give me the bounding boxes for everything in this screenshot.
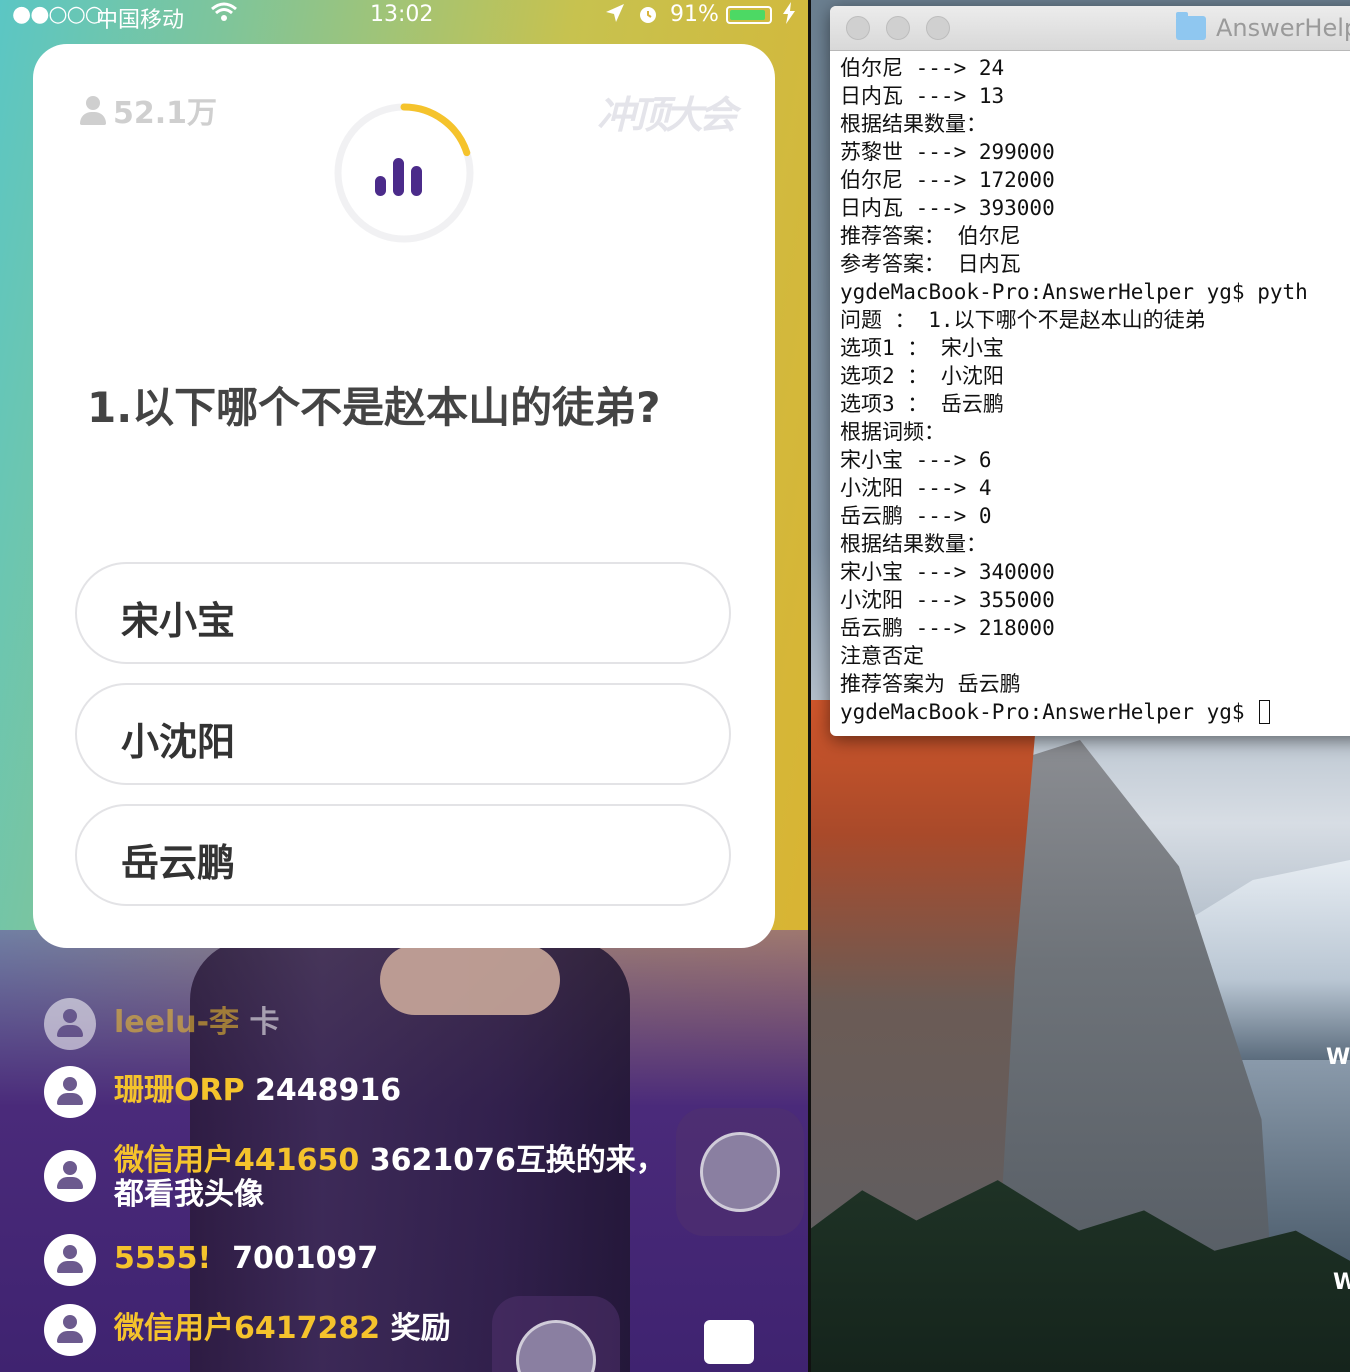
option-label: 岳云鹏 [121,841,236,885]
window-titlebar[interactable]: AnswerHelper [830,6,1350,51]
terminal-output[interactable]: 伯尔尼 ---> 24 日内瓦 ---> 13 根据结果数量： 苏黎世 ---> 29… [840,54,1350,726]
folder-icon [1176,12,1206,40]
floating-button[interactable] [676,1108,804,1236]
terminal-line: 选项2 ： 小沈阳 [840,364,1004,388]
terminal-line: 苏黎世 ---> 299000 [840,140,1055,164]
option-button-3[interactable]: 岳云鹏 [75,804,731,906]
battery-fill [730,10,765,20]
clock: 13:02 [370,2,434,27]
option-label: 宋小宝 [121,599,236,643]
minimize-button[interactable] [886,16,910,40]
terminal-line: 参考答案： 日内瓦 [840,252,1021,276]
wallpaper-mark: W [1333,1270,1350,1295]
divider [808,0,811,1372]
terminal-prompt: ygdeMacBook-Pro:AnswerHelper yg$ [840,698,1350,726]
location-arrow-icon [604,2,626,30]
carrier-name: 中国移动 [96,8,185,33]
terminal-line: 岳云鹏 ---> 218000 [840,616,1055,640]
terminal-line: 宋小宝 ---> 6 [840,448,992,472]
question-card: 52.1万 冲顶大会 1.以下哪个不是赵本山的徒弟? 宋小宝 小沈阳 岳云鹏 [33,44,775,948]
chat-username: 珊珊ORP [114,1073,245,1108]
option-button-1[interactable]: 宋小宝 [75,562,731,664]
signal-strength: ●●○○○ [12,2,104,27]
avatar [44,1066,96,1118]
terminal-line: 小沈阳 ---> 355000 [840,588,1055,612]
chat-username: 微信用户441650 [114,1143,360,1178]
countdown-timer [334,103,474,243]
window-title: AnswerHelper [1216,14,1350,42]
floating-button[interactable] [492,1296,620,1372]
viewer-count: 52.1万 [79,88,217,132]
battery-percent: 91% [670,2,719,27]
terminal-line: 小沈阳 ---> 4 [840,476,992,500]
terminal-line: 日内瓦 ---> 393000 [840,196,1055,220]
phone-screen: ●●○○○ 中国移动 13:02 91% 52.1万 冲顶大会 1.以下哪个不是… [0,0,808,1372]
user-icon [79,96,107,126]
chat-text: 奖励 [380,1311,451,1346]
chat-text: 卡 [249,1005,280,1040]
terminal-line: 岳云鹏 ---> 0 [840,504,992,528]
terminal-line: 根据结果数量： [840,532,987,556]
avatar [44,1234,96,1286]
terminal-line: ygdeMacBook-Pro:AnswerHelper yg$ pyth [840,280,1308,304]
battery-icon [726,6,772,24]
terminal-line: 日内瓦 ---> 13 [840,84,1005,108]
wifi-icon [210,0,238,30]
brand-logo: 冲顶大会 [596,93,737,137]
question-text: 1.以下哪个不是赵本山的徒弟? [87,383,661,432]
avatar [44,1150,96,1202]
chat-text: 7001097 [211,1241,379,1276]
terminal-line: 选项3 ： 岳云鹏 [840,392,1004,416]
status-bar: ●●○○○ 中国移动 13:02 91% [0,0,808,33]
avatar [44,998,96,1050]
desktop: W W AnswerHelper 伯尔尼 ---> 24 日内瓦 ---> 13 根… [808,0,1350,1372]
terminal-line: 伯尔尼 ---> 24 [840,56,1005,80]
option-label: 小沈阳 [121,720,236,764]
text-cursor [1259,700,1271,724]
terminal-window[interactable]: AnswerHelper 伯尔尼 ---> 24 日内瓦 ---> 13 根据结果数… [830,6,1350,736]
chat-username: 5555! [114,1241,212,1276]
terminal-line: 选项1 ： 宋小宝 [840,336,1004,360]
terminal-line: 宋小宝 ---> 340000 [840,560,1055,584]
avatar [44,1304,96,1356]
close-button[interactable] [846,16,870,40]
option-button-2[interactable]: 小沈阳 [75,683,731,785]
terminal-line: 伯尔尼 ---> 172000 [840,168,1055,192]
terminal-line: 根据结果数量： [840,112,987,136]
alarm-icon [636,2,660,32]
terminal-line: 注意否定 [840,644,924,668]
terminal-line: 推荐答案： 伯尔尼 [840,224,1021,248]
terminal-line: 根据词频： [840,420,945,444]
chat-username: 微信用户6417282 [114,1311,381,1346]
bars-icon [375,158,422,196]
chat-bubble-icon[interactable] [704,1320,754,1364]
bolt-icon [782,2,796,30]
terminal-line: 问题 ： 1.以下哪个不是赵本山的徒弟 [840,308,1206,332]
presenter-hands [380,945,560,1015]
wallpaper-mark: W [1326,1045,1350,1070]
zoom-button[interactable] [926,16,950,40]
chat-username: leelu-李 [114,1005,240,1040]
terminal-line: 推荐答案为 岳云鹏 [840,672,1021,696]
viewer-count-value: 52.1万 [113,96,218,131]
chat-text: 2448916 [244,1073,402,1108]
